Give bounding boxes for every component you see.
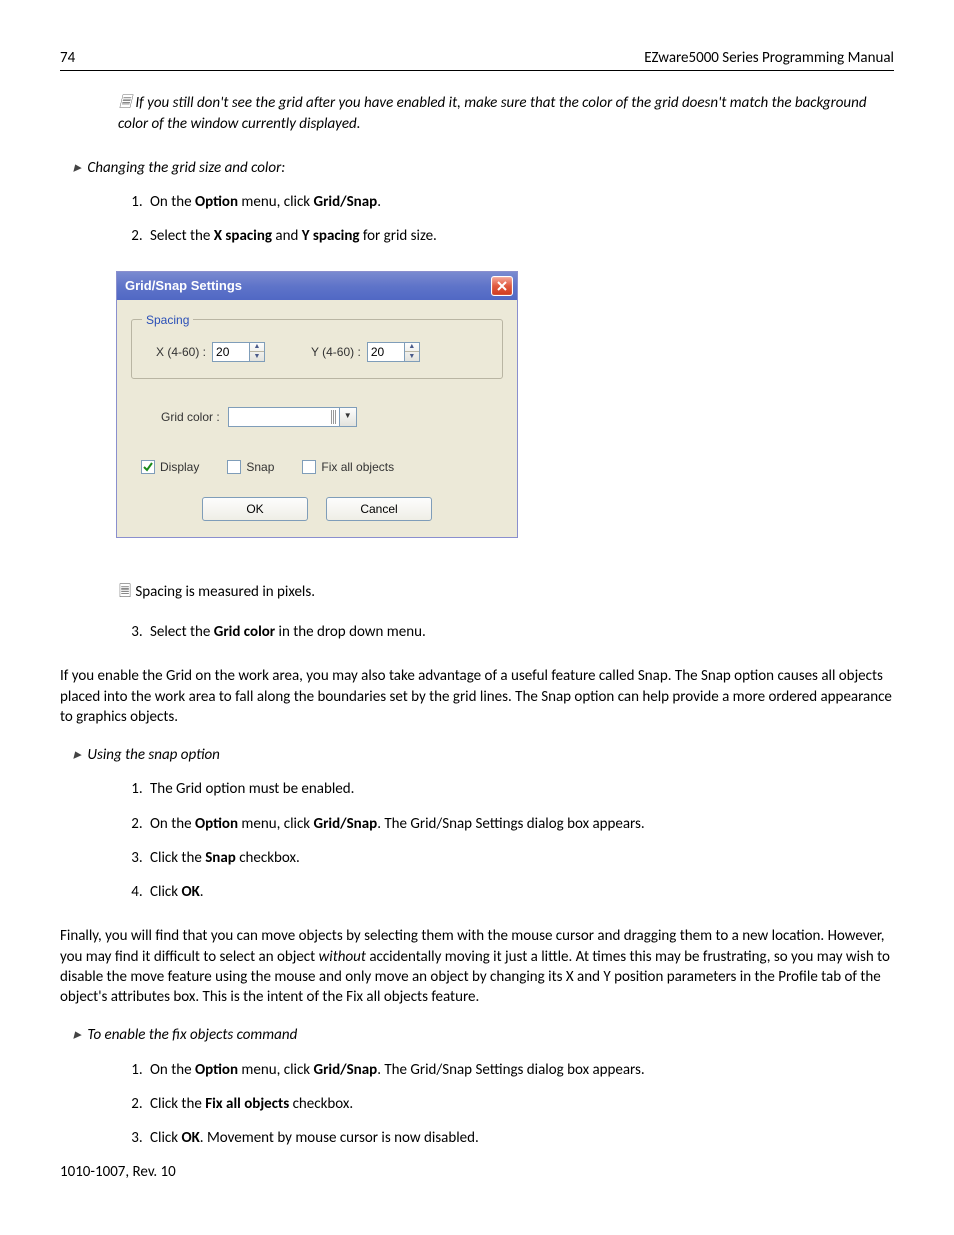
footer-revision: 1010-1007, Rev. 10 bbox=[60, 1162, 894, 1182]
steps-fix: On the Option menu, click Grid/Snap. The… bbox=[118, 1060, 894, 1149]
color-swatch bbox=[229, 408, 340, 426]
display-label: Display bbox=[160, 459, 199, 475]
y-spacing-input[interactable] bbox=[367, 342, 405, 362]
step-3: Click the Snap checkbox. bbox=[146, 848, 894, 868]
spin-down-icon[interactable]: ▼ bbox=[250, 352, 264, 361]
close-icon bbox=[497, 281, 507, 291]
x-spacing-spinner[interactable]: ▲ ▼ bbox=[212, 342, 265, 362]
page-number: 74 bbox=[60, 48, 75, 68]
steps-grid-size: On the Option menu, click Grid/Snap. Sel… bbox=[118, 192, 894, 247]
note-icon: 🗏 bbox=[118, 93, 132, 113]
chevron-down-icon[interactable]: ▼ bbox=[340, 408, 356, 426]
x-spacing-input[interactable] bbox=[212, 342, 250, 362]
step-2: Click the Fix all objects checkbox. bbox=[146, 1094, 894, 1114]
grid-color-picker[interactable]: ▼ bbox=[228, 407, 357, 427]
spin-up-icon[interactable]: ▲ bbox=[405, 343, 419, 353]
step-3: Select the Grid color in the drop down m… bbox=[146, 622, 894, 642]
task-heading-grid-size: ▸ Changing the grid size and color: bbox=[70, 158, 894, 178]
check-icon bbox=[143, 462, 153, 472]
page-header: 74 EZware5000 Series Programming Manual bbox=[60, 48, 894, 71]
steps-grid-size-cont: Select the Grid color in the drop down m… bbox=[118, 622, 894, 642]
arrow-icon: ▸ bbox=[70, 158, 84, 178]
step-3: Click OK. Movement by mouse cursor is no… bbox=[146, 1128, 894, 1148]
x-spacing-label: X (4-60) : bbox=[156, 344, 206, 360]
fixall-label: Fix all objects bbox=[321, 459, 394, 475]
step-2: On the Option menu, click Grid/Snap. The… bbox=[146, 814, 894, 834]
grid-color-label: Grid color : bbox=[161, 409, 220, 425]
manual-title: EZware5000 Series Programming Manual bbox=[644, 48, 894, 68]
fixall-checkbox[interactable] bbox=[302, 460, 316, 474]
snap-checkbox[interactable] bbox=[227, 460, 241, 474]
arrow-icon: ▸ bbox=[70, 745, 84, 765]
spin-up-icon[interactable]: ▲ bbox=[250, 343, 264, 353]
grid-snap-dialog: Grid/Snap Settings Spacing X (4-60) : ▲ … bbox=[116, 271, 518, 538]
task-heading-fix: ▸ To enable the fix objects command bbox=[70, 1025, 894, 1045]
y-spacing-label: Y (4-60) : bbox=[311, 344, 361, 360]
spacing-group: Spacing X (4-60) : ▲ ▼ Y (4-60) : bbox=[131, 312, 503, 379]
step-4: Click OK. bbox=[146, 882, 894, 902]
paragraph-snap: If you enable the Grid on the work area,… bbox=[60, 666, 894, 727]
step-1: On the Option menu, click Grid/Snap. The… bbox=[146, 1060, 894, 1080]
note-spacing-pixels: 🗏 Spacing is measured in pixels. bbox=[118, 582, 894, 602]
ok-button[interactable]: OK bbox=[202, 497, 308, 521]
note-icon: 🗏 bbox=[118, 582, 132, 602]
close-button[interactable] bbox=[491, 276, 513, 296]
dialog-title: Grid/Snap Settings bbox=[125, 277, 242, 295]
display-checkbox[interactable] bbox=[141, 460, 155, 474]
y-spacing-spinner[interactable]: ▲ ▼ bbox=[367, 342, 420, 362]
arrow-icon: ▸ bbox=[70, 1025, 84, 1045]
task-heading-snap: ▸ Using the snap option bbox=[70, 745, 894, 765]
paragraph-fix-objects: Finally, you will find that you can move… bbox=[60, 926, 894, 1007]
cancel-button[interactable]: Cancel bbox=[326, 497, 432, 521]
step-1: On the Option menu, click Grid/Snap. bbox=[146, 192, 894, 212]
dialog-titlebar: Grid/Snap Settings bbox=[117, 272, 517, 300]
steps-snap: The Grid option must be enabled. On the … bbox=[118, 779, 894, 902]
snap-label: Snap bbox=[246, 459, 274, 475]
spacing-legend: Spacing bbox=[142, 312, 193, 328]
note-grid-color: 🗏 If you still don't see the grid after … bbox=[118, 93, 894, 134]
step-2: Select the X spacing and Y spacing for g… bbox=[146, 226, 894, 246]
spin-down-icon[interactable]: ▼ bbox=[405, 352, 419, 361]
step-1: The Grid option must be enabled. bbox=[146, 779, 894, 799]
